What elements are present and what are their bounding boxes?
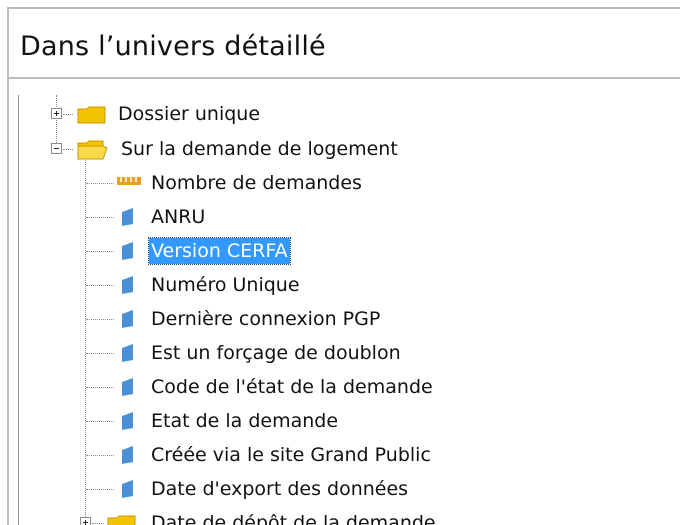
expand-icon[interactable] [51,108,62,119]
tree-item-label-selected: Version CERFA [148,237,291,265]
dimension-icon [122,208,133,226]
dimension-icon [122,276,133,294]
tree-connector-h [86,183,114,184]
measure-icon [117,177,141,185]
tree-connector-h [92,523,104,524]
tree-item-label: Numéro Unique [151,274,300,296]
tree-connector-h [86,387,114,388]
header: Dans l’univers détaillé [9,9,680,79]
panel-frame: Dans l’univers détaillé Dossier unique S… [7,7,680,525]
tree-item-label: Date d'export des données [151,478,409,500]
tree-item-label: Créée via le site Grand Public [151,444,431,466]
tree-item-label: Est un forçage de doublon [151,342,401,364]
dimension-icon [122,242,133,260]
tree-connector-h [63,149,73,150]
page-title: Dans l’univers détaillé [20,31,326,62]
dimension-icon [122,310,133,328]
collapse-icon[interactable] [51,143,62,154]
folder-open-icon [77,140,108,160]
dimension-icon [122,480,133,498]
tree-item-label: Dossier unique [118,103,261,125]
tree-connector-h [63,114,73,115]
tree-connector-h [86,489,114,490]
tree-connector-h [86,455,114,456]
tree-connector-h [86,285,114,286]
folder-closed-icon [77,106,106,124]
tree-connector-h [86,319,114,320]
universe-tree: Dossier unique Sur la demande de logemen… [19,95,679,525]
folder-closed-icon [107,515,136,525]
tree-item-label: Etat de la demande [151,410,339,432]
tree-item-label: Date de dépôt de la demande [151,512,436,525]
tree-item-label: Nombre de demandes [151,172,362,194]
expand-icon[interactable] [80,517,91,525]
dimension-icon [122,412,133,430]
dimension-icon [122,378,133,396]
tree-item-label: Code de l'état de la demande [151,376,433,398]
tree-item-label: Dernière connexion PGP [151,308,381,330]
tree-connector-children [85,157,86,517]
tree-connector-root [56,95,57,149]
tree-connector-h [86,217,114,218]
dimension-icon [122,344,133,362]
universe-tree-panel[interactable]: Dossier unique Sur la demande de logemen… [18,95,679,525]
dimension-icon [122,446,133,464]
tree-connector-h [86,353,114,354]
tree-connector-h [86,421,114,422]
tree-item-label: ANRU [151,206,206,228]
tree-item-label: Sur la demande de logement [121,138,398,160]
tree-connector-h [86,251,114,252]
